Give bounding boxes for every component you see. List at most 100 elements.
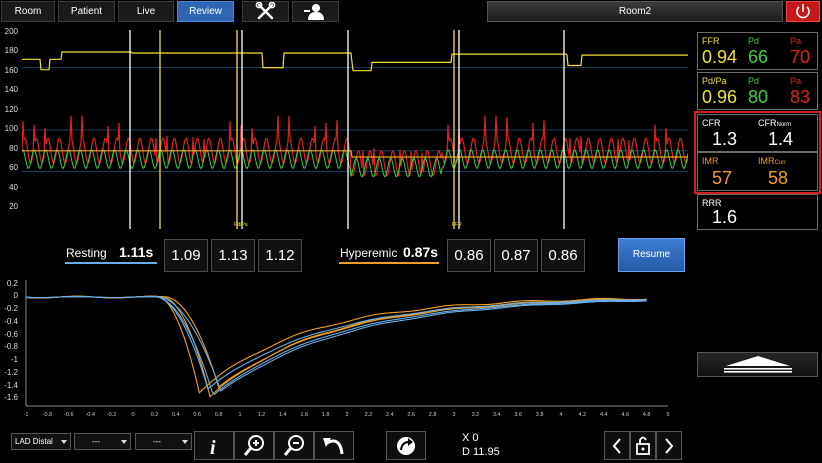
tertiary-dropdown[interactable]: --- <box>135 433 192 450</box>
pdpa-label: Pd/Pa <box>702 76 727 86</box>
zoom-out-icon <box>283 435 304 456</box>
x-tick: 4.2 <box>579 412 587 418</box>
x-tick: 0.4 <box>172 412 180 418</box>
tab-room[interactable]: Room <box>1 1 55 22</box>
hyperemic-value-3[interactable]: 0.86 <box>541 239 585 272</box>
pd-value: 66 <box>748 47 769 67</box>
previous-button[interactable] <box>604 431 630 460</box>
user-button[interactable] <box>292 1 339 22</box>
y-tick: -0.4 <box>4 317 18 326</box>
x-readout: X 0 <box>462 432 479 444</box>
y-tick: -0.6 <box>4 330 18 339</box>
cfrnorm-value: 1.4 <box>768 129 794 149</box>
x-tick: 1.2 <box>258 412 266 418</box>
secondary-dropdown[interactable]: --- <box>74 433 131 450</box>
secondary-dropdown-value: --- <box>92 437 100 446</box>
tab-review[interactable]: Review <box>177 1 234 22</box>
redo-button[interactable] <box>386 431 426 460</box>
room-indicator: Room2 <box>487 1 783 22</box>
x-tick: 2.6 <box>407 412 415 418</box>
ffr-value: 0.94 <box>702 47 738 67</box>
cfr-panel: CFR 1.3 CFRNorm 1.4 <box>697 114 818 152</box>
resting-curve <box>25 296 647 390</box>
resting-value-2[interactable]: 1.13 <box>211 239 255 272</box>
rrr-value: 1.6 <box>712 207 738 227</box>
tools-button[interactable] <box>242 1 289 22</box>
x-tick: -0.8 <box>43 412 52 418</box>
resting-value-3[interactable]: 1.12 <box>258 239 302 272</box>
x-tick: 4.4 <box>600 412 608 418</box>
x-tick: 0.8 <box>215 412 223 418</box>
imrcorr-label: IMRCorr <box>758 156 787 166</box>
x-tick: -0.2 <box>107 412 116 418</box>
resting-value-1[interactable]: 1.09 <box>164 239 208 272</box>
y-tick: 0.2 <box>6 279 18 288</box>
resting-summary: Resting 1.11s <box>62 239 160 272</box>
resting-mean-value: 1.11s <box>119 244 154 260</box>
y-tick: 180 <box>4 46 18 55</box>
hyperemic-color-line <box>339 262 439 264</box>
x-tick: 0.6 <box>193 412 201 418</box>
x-tick: 4 <box>559 412 562 418</box>
chevron-down-icon <box>182 440 188 444</box>
zoom-in-icon <box>243 435 264 456</box>
y-tick: 80 <box>9 144 18 153</box>
top-bar: Room Patient Live Review Room2 <box>0 0 822 24</box>
tertiary-dropdown-value: --- <box>153 437 161 446</box>
x-tick: 0.2 <box>151 412 159 418</box>
hyperemic-label: Hyperemic <box>340 246 398 260</box>
hyperemic-value-1[interactable]: 0.86 <box>447 239 491 272</box>
pa-label: Pa <box>790 36 802 46</box>
cfrnorm-label: CFRNorm <box>758 118 792 128</box>
tab-live[interactable]: Live <box>118 1 174 22</box>
rrr-panel: RRR 1.6 <box>697 194 818 230</box>
expand-panel-button[interactable] <box>697 352 818 377</box>
x-tick: 2 <box>345 412 348 418</box>
pdpa-marker-label: Pd/Pa <box>234 222 248 228</box>
user-icon <box>304 4 324 20</box>
cfr-label: CFR <box>702 118 721 128</box>
pd-label: Pd <box>748 36 760 46</box>
zoom-out-button[interactable] <box>274 431 314 460</box>
power-button[interactable] <box>786 1 820 22</box>
location-dropdown[interactable]: LAD Distal <box>11 433 71 450</box>
x-tick: 5 <box>666 412 669 418</box>
lock-button[interactable] <box>630 431 656 460</box>
y-tick: 140 <box>4 85 18 94</box>
redo-icon <box>397 437 415 455</box>
pdpa-panel: Pd/Pa 0.96 Pd 80 Pa 83 <box>697 72 818 110</box>
x-tick: 4.6 <box>621 412 629 418</box>
hyperemic-value-2[interactable]: 0.87 <box>494 239 538 272</box>
x-tick: -1 <box>24 412 29 418</box>
x-tick: 4.8 <box>643 412 651 418</box>
next-button[interactable] <box>656 431 682 460</box>
d-readout: D 11.95 <box>462 446 500 458</box>
x-tick: 2.8 <box>429 412 437 418</box>
resting-curve <box>25 296 647 392</box>
x-tick: 0 <box>131 412 134 418</box>
resting-label: Resting <box>66 246 107 260</box>
ffr-marker-label: FFR <box>452 222 462 228</box>
x-tick: 3.2 <box>472 412 480 418</box>
tab-patient[interactable]: Patient <box>58 1 115 22</box>
y-tick: 40 <box>9 183 18 192</box>
resting-curve <box>26 296 647 396</box>
imr-panel: IMR 57 IMRCorr 58 <box>697 152 818 191</box>
x-tick: 2.4 <box>386 412 394 418</box>
pa-value: 83 <box>790 87 811 107</box>
ffr-panel: FFR 0.94 Pd 66 Pa 70 <box>697 32 818 70</box>
undo-button[interactable] <box>314 431 354 460</box>
location-dropdown-value: LAD Distal <box>15 437 53 446</box>
y-tick: -0.8 <box>4 342 18 351</box>
y-tick: -1.6 <box>4 393 18 402</box>
hyperemic-curve <box>25 295 647 389</box>
zoom-in-button[interactable] <box>234 431 274 460</box>
hyperemic-summary: Hyperemic 0.87s <box>336 239 444 272</box>
x-tick: 1 <box>238 412 241 418</box>
pdpa-value: 0.96 <box>702 87 738 107</box>
y-tick: 160 <box>4 66 18 75</box>
pd-value: 80 <box>748 87 769 107</box>
tools-icon <box>255 1 276 20</box>
resume-button[interactable]: Resume <box>618 238 685 272</box>
info-button[interactable]: i <box>194 431 234 460</box>
